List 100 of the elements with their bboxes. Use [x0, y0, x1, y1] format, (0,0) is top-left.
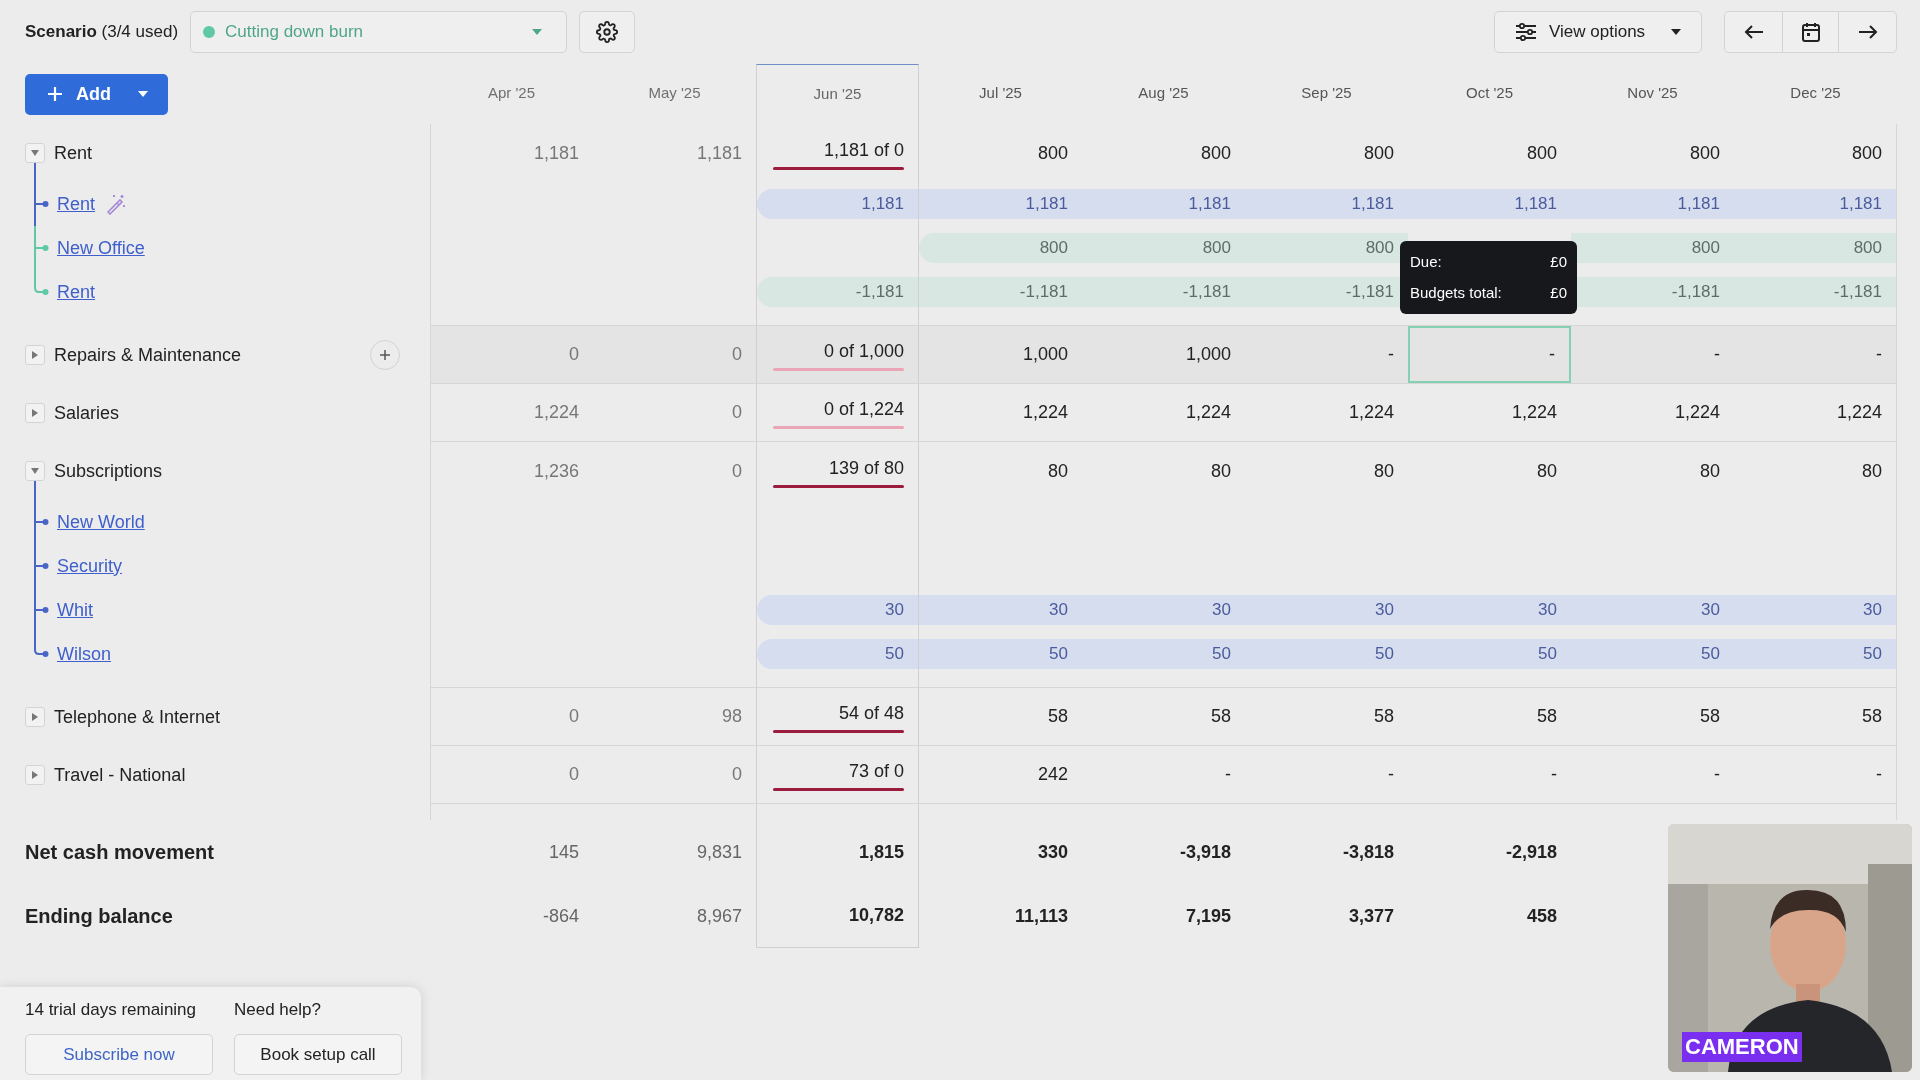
forecast-cell[interactable]: 1,181: [1082, 189, 1245, 219]
expand-toggle[interactable]: [25, 461, 45, 481]
table-cell[interactable]: 80: [919, 442, 1082, 500]
forecast-cell[interactable]: 800: [1082, 233, 1245, 263]
table-cell[interactable]: 1,181: [593, 124, 756, 182]
table-cell[interactable]: 0: [431, 688, 593, 745]
table-cell[interactable]: -: [1734, 326, 1896, 383]
forecast-cell[interactable]: -1,181: [757, 277, 918, 307]
table-cell[interactable]: 1,224: [1082, 384, 1245, 441]
subscribe-button[interactable]: Subscribe now: [25, 1034, 213, 1076]
forecast-cell[interactable]: 50: [1734, 639, 1896, 669]
forecast-cell[interactable]: 1,181: [919, 189, 1082, 219]
selected-cell[interactable]: -: [1408, 326, 1571, 383]
table-cell[interactable]: 58: [1734, 688, 1896, 745]
table-cell[interactable]: 1,224: [1408, 384, 1571, 441]
book-call-button[interactable]: Book setup call: [234, 1034, 402, 1076]
forecast-cell[interactable]: 1,181: [1571, 189, 1734, 219]
month-header: Oct '25: [1464, 83, 1515, 103]
table-cell[interactable]: 1,224: [1571, 384, 1734, 441]
item-link[interactable]: Rent: [57, 278, 96, 306]
table-cell[interactable]: 1,236: [431, 442, 593, 500]
table-cell[interactable]: 80: [1734, 442, 1896, 500]
scenario-dropdown[interactable]: Cutting down burn: [190, 11, 568, 53]
item-link[interactable]: Wilson: [57, 640, 111, 668]
forecast-cell[interactable]: 800: [1734, 233, 1896, 263]
table-cell[interactable]: 800: [1571, 124, 1734, 182]
forecast-cell[interactable]: 1,181: [1734, 189, 1896, 219]
forecast-cell[interactable]: 30: [1734, 595, 1896, 625]
expand-toggle[interactable]: [25, 403, 45, 423]
expand-toggle[interactable]: [25, 143, 45, 163]
forecast-cell[interactable]: -1,181: [919, 277, 1082, 307]
table-cell[interactable]: 1,000: [1082, 326, 1245, 383]
forecast-cell[interactable]: 50: [1571, 639, 1734, 669]
forecast-cell[interactable]: 1,181: [1245, 189, 1408, 219]
table-cell[interactable]: 1,000: [919, 326, 1082, 383]
forecast-cell[interactable]: 30: [1408, 595, 1571, 625]
forecast-cell[interactable]: 800: [919, 233, 1082, 263]
expand-toggle[interactable]: [25, 765, 45, 785]
table-cell[interactable]: 80: [1082, 442, 1245, 500]
item-link[interactable]: New World: [57, 508, 145, 536]
item-link[interactable]: New Office: [57, 234, 145, 262]
table-cell[interactable]: 58: [919, 688, 1082, 745]
table-cell[interactable]: 1,224: [1734, 384, 1896, 441]
table-cell[interactable]: -: [1082, 746, 1245, 803]
table-cell[interactable]: 80: [1571, 442, 1734, 500]
table-cell[interactable]: 58: [1245, 688, 1408, 745]
item-link[interactable]: Rent: [57, 190, 96, 218]
table-cell[interactable]: 800: [1245, 124, 1408, 182]
table-cell[interactable]: 1,224: [1245, 384, 1408, 441]
table-cell[interactable]: -: [1734, 746, 1896, 803]
table-cell[interactable]: 242: [919, 746, 1082, 803]
table-cell[interactable]: 0: [593, 326, 756, 383]
table-cell[interactable]: 58: [1571, 688, 1734, 745]
calendar-button[interactable]: [1782, 12, 1839, 52]
forecast-cell[interactable]: 800: [1571, 233, 1734, 263]
forecast-cell[interactable]: 1,181: [1408, 189, 1571, 219]
table-cell[interactable]: -: [1245, 746, 1408, 803]
table-cell[interactable]: 1,224: [431, 384, 593, 441]
forecast-cell[interactable]: 50: [1408, 639, 1571, 669]
item-link[interactable]: Security: [57, 552, 123, 580]
forecast-cell[interactable]: -1,181: [1734, 277, 1896, 307]
table-cell[interactable]: 1,224: [919, 384, 1082, 441]
table-cell[interactable]: 80: [1245, 442, 1408, 500]
table-cell[interactable]: 0: [593, 384, 756, 441]
table-cell[interactable]: 1,181: [431, 124, 593, 182]
table-cell[interactable]: 800: [1082, 124, 1245, 182]
settings-button[interactable]: [579, 11, 636, 53]
forecast-cell[interactable]: 30: [757, 595, 918, 625]
view-options-button[interactable]: View options: [1494, 11, 1702, 53]
forecast-cell[interactable]: 30: [1571, 595, 1734, 625]
table-cell[interactable]: -: [1245, 326, 1408, 383]
table-cell[interactable]: 0: [593, 746, 756, 803]
table-cell[interactable]: 0: [431, 746, 593, 803]
forecast-cell[interactable]: -1,181: [1082, 277, 1245, 307]
table-cell[interactable]: 80: [1408, 442, 1571, 500]
table-cell[interactable]: 800: [1408, 124, 1571, 182]
table-cell[interactable]: 0: [431, 326, 593, 383]
forecast-cell[interactable]: 50: [919, 639, 1082, 669]
table-cell[interactable]: -: [1571, 746, 1734, 803]
item-link[interactable]: Whit: [57, 596, 93, 624]
table-cell[interactable]: -: [1571, 326, 1734, 383]
table-cell[interactable]: 58: [1082, 688, 1245, 745]
expand-caret-icon: [31, 771, 39, 779]
forecast-cell[interactable]: 1,181: [757, 189, 918, 219]
forecast-cell[interactable]: 800: [1245, 233, 1408, 263]
table-cell[interactable]: 800: [919, 124, 1082, 182]
expand-toggle[interactable]: [25, 707, 45, 727]
table-cell[interactable]: 800: [1734, 124, 1896, 182]
forecast-cell[interactable]: 30: [1082, 595, 1245, 625]
table-cell[interactable]: 0: [593, 442, 756, 500]
forecast-cell[interactable]: 50: [757, 639, 918, 669]
forecast-cell[interactable]: 30: [1245, 595, 1408, 625]
table-cell[interactable]: 98: [593, 688, 756, 745]
add-button[interactable]: Add: [25, 73, 168, 115]
table-cell[interactable]: 58: [1408, 688, 1571, 745]
forecast-cell[interactable]: 30: [919, 595, 1082, 625]
expand-toggle[interactable]: [25, 345, 45, 365]
forecast-cell[interactable]: 50: [1082, 639, 1245, 669]
forecast-cell[interactable]: 50: [1245, 639, 1408, 669]
table-cell[interactable]: -: [1408, 746, 1571, 803]
